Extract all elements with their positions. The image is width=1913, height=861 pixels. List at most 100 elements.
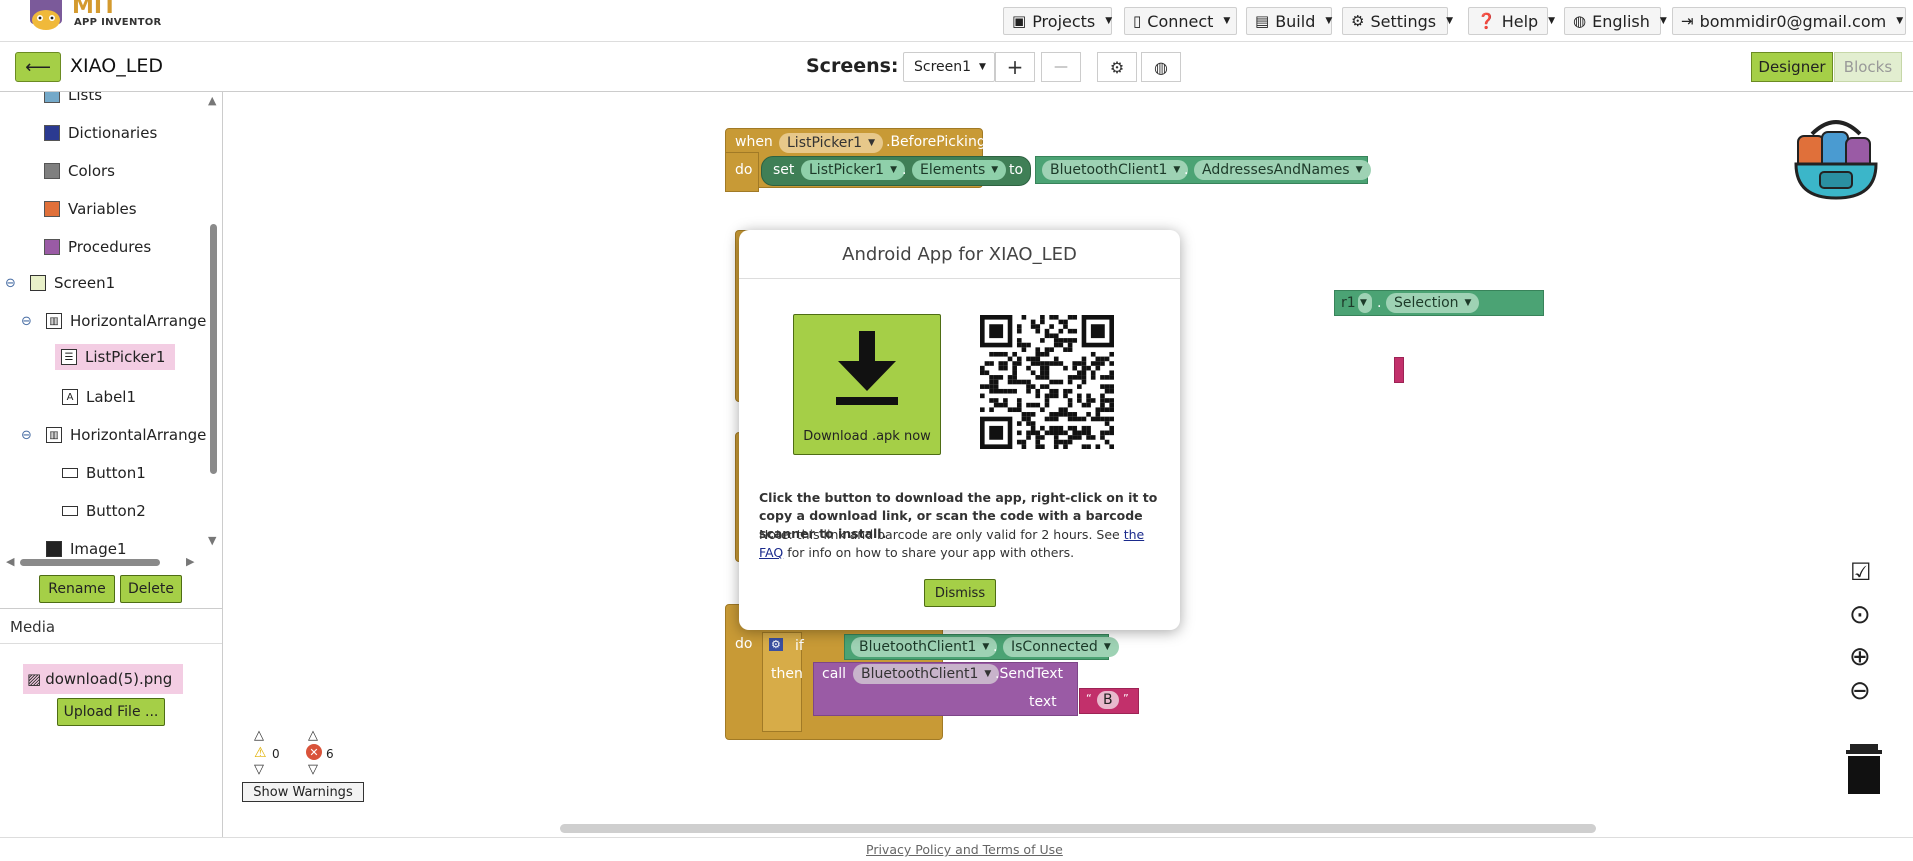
delete-button[interactable]: Delete — [120, 575, 182, 603]
image-file-icon: ▨ — [27, 670, 42, 688]
chevron-down-icon: ▼ — [1659, 16, 1667, 26]
designer-button[interactable]: Designer — [1751, 52, 1833, 82]
dismiss-button[interactable]: Dismiss — [924, 579, 996, 607]
language-menu-label: English — [1592, 11, 1650, 31]
next-warning-icon[interactable]: ▽ — [254, 762, 264, 777]
text-string-value[interactable]: B — [1097, 691, 1119, 709]
is-connected-property-dropdown[interactable]: IsConnected ▼ — [1003, 637, 1119, 657]
backpack-icon[interactable] — [1790, 114, 1882, 202]
bluetooth-component-dropdown[interactable]: BluetoothClient1 ▼ — [1042, 160, 1189, 180]
zoom-out-icon[interactable]: ⊖ — [1849, 676, 1871, 706]
back-button[interactable]: ⟵ — [15, 52, 61, 82]
if-keyword: if — [795, 638, 804, 654]
zoom-in-icon[interactable]: ⊕ — [1849, 642, 1871, 672]
tree-item-screen1[interactable]: Screen1 — [30, 274, 115, 292]
tree-item-label1[interactable]: A Label1 — [62, 388, 136, 406]
tree-item-listpicker1[interactable]: ☰ ListPicker1 — [55, 344, 176, 370]
settings-menu-label: Settings — [1370, 11, 1437, 31]
set-keyword: set — [773, 162, 795, 178]
tree-item-horizontal-arrangement-1[interactable]: ▥ HorizontalArrangem — [46, 312, 206, 330]
screen-select[interactable]: Screen1 ▼ — [903, 52, 995, 82]
horizontal-arrangement-icon: ▥ — [46, 313, 62, 329]
connect-menu-label: Connect — [1147, 11, 1214, 31]
bluetooth-component-dropdown[interactable]: BluetoothClient1 ▼ — [851, 637, 998, 657]
dropdown-value: ListPicker1 — [809, 162, 885, 178]
bluetooth-component-dropdown[interactable]: ▼ — [1358, 293, 1372, 313]
screens-label: Screens: — [806, 55, 899, 77]
logo-app-inventor-text: APP INVENTOR — [74, 17, 162, 28]
scroll-left-icon[interactable]: ◀ — [6, 555, 14, 568]
tree-item-lists[interactable]: Lists — [44, 92, 102, 104]
tree-item-horizontal-arrangement-2[interactable]: ▥ HorizontalArrangem — [46, 426, 206, 444]
rename-button[interactable]: Rename — [39, 575, 115, 603]
prev-warning-icon[interactable]: △ — [254, 728, 264, 743]
scroll-right-icon[interactable]: ▶ — [186, 555, 194, 568]
remove-screen-button[interactable]: — — [1041, 52, 1081, 82]
scroll-up-icon[interactable]: ▲ — [208, 94, 216, 107]
tree-item-button1[interactable]: Button1 — [62, 464, 146, 482]
plus-icon: + — [1006, 55, 1024, 79]
trash-icon[interactable] — [1844, 742, 1884, 794]
dropdown-value: Elements — [920, 162, 986, 178]
collapse-toggle-icon[interactable]: ⊖ — [21, 314, 32, 329]
media-file-item[interactable]: ▨ download(5).png — [23, 664, 183, 694]
tree-item-label: HorizontalArrangem — [70, 426, 206, 444]
dropdown-value: BluetoothClient1 — [861, 666, 979, 682]
close-quote: ” — [1123, 692, 1129, 705]
prev-error-icon[interactable]: △ — [308, 728, 318, 743]
call-component-dropdown[interactable]: BluetoothClient1 ▼ — [853, 664, 1000, 684]
media-heading: Media — [0, 608, 222, 644]
show-warnings-button[interactable]: Show Warnings — [242, 782, 364, 802]
settings-menu[interactable]: ⚙ Settings ▼ — [1342, 7, 1453, 35]
cleanup-checklist-icon[interactable]: ☑ — [1850, 558, 1872, 586]
qr-code-image[interactable] — [980, 315, 1114, 449]
chevron-down-icon: ▼ — [1223, 16, 1231, 26]
account-menu[interactable]: ⇥ bommidir0@gmail.com ▼ — [1672, 7, 1906, 35]
tree-vertical-scrollbar[interactable]: ▲ ▼ — [207, 92, 221, 552]
tree-item-procedures[interactable]: Procedures — [44, 238, 151, 256]
collapse-toggle-icon[interactable]: ⊖ — [21, 428, 32, 443]
privacy-policy-link[interactable]: Privacy Policy and Terms of Use — [866, 842, 1063, 857]
blocks-button[interactable]: Blocks — [1834, 52, 1902, 82]
workspace-horizontal-scrollbar[interactable] — [560, 824, 1596, 833]
set-component-dropdown[interactable]: ListPicker1 ▼ — [801, 160, 906, 180]
scrollbar-thumb[interactable] — [210, 224, 217, 474]
center-target-icon[interactable]: ⊙ — [1849, 600, 1871, 630]
project-properties-button[interactable]: ⚙ — [1097, 52, 1137, 82]
scrollbar-thumb[interactable] — [20, 559, 160, 566]
upload-file-button[interactable]: Upload File ... — [57, 698, 165, 726]
help-menu[interactable]: ❓ Help ▼ — [1468, 7, 1555, 35]
selection-property-dropdown[interactable]: Selection ▼ — [1386, 293, 1480, 313]
tree-item-button2[interactable]: Button2 — [62, 502, 146, 520]
tree-item-dictionaries[interactable]: Dictionaries — [44, 124, 157, 142]
build-menu[interactable]: ▤ Build ▼ — [1246, 7, 1332, 35]
scroll-down-icon[interactable]: ▼ — [208, 534, 216, 547]
language-menu[interactable]: ◍ English ▼ — [1564, 7, 1667, 35]
chevron-down-icon: ▼ — [1360, 298, 1367, 308]
add-screen-button[interactable]: + — [995, 52, 1035, 82]
gear-mutator-icon[interactable]: ⚙ — [769, 638, 783, 651]
dialog-title: Android App for XIAO_LED — [842, 244, 1077, 265]
tree-horizontal-scrollbar[interactable]: ◀ ▶ — [6, 555, 196, 569]
tree-item-variables[interactable]: Variables — [44, 200, 137, 218]
mit-logo[interactable]: MIT APP INVENTOR — [24, 0, 164, 36]
button-icon — [62, 468, 78, 478]
bluetooth-property-dropdown[interactable]: AddressesAndNames ▼ — [1194, 160, 1371, 180]
chevron-down-icon: ▼ — [979, 62, 986, 72]
listpicker-component-dropdown[interactable]: ListPicker1 ▼ — [779, 133, 884, 153]
projects-menu[interactable]: ▣ Projects ▼ — [1003, 7, 1112, 35]
text-param-label: text — [1029, 694, 1057, 710]
set-property-dropdown[interactable]: Elements ▼ — [912, 160, 1007, 180]
next-error-icon[interactable]: ▽ — [308, 762, 318, 777]
tree-item-colors[interactable]: Colors — [44, 162, 115, 180]
app-inventor-page: MIT APP INVENTOR ▣ Projects ▼ ▯ Connect … — [0, 0, 1913, 861]
selection-prefix-text: r1 — [1341, 295, 1356, 311]
event-name: .BeforePicking — [886, 134, 986, 150]
collapse-toggle-icon[interactable]: ⊖ — [5, 276, 16, 291]
connect-menu[interactable]: ▯ Connect ▼ — [1124, 7, 1237, 35]
publish-gallery-button[interactable]: ◍ — [1141, 52, 1181, 82]
note-text-end: for info on how to share your app with o… — [783, 545, 1075, 560]
download-apk-button[interactable]: Download .apk now — [793, 314, 941, 455]
dropdown-value: Selection — [1394, 295, 1459, 311]
text-block-partial[interactable] — [1394, 357, 1404, 383]
